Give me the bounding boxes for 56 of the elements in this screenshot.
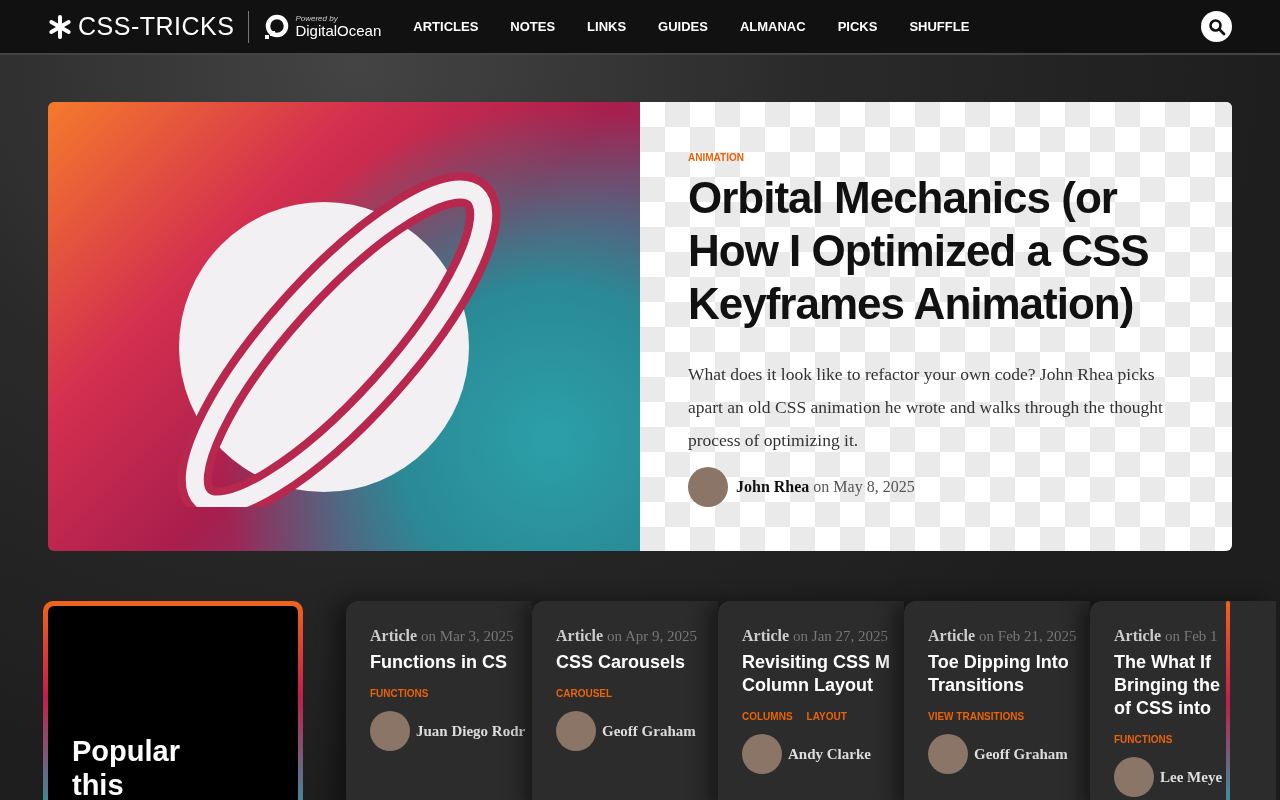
post-type: Article	[928, 627, 976, 644]
author-name[interactable]: Andy Clarke	[788, 745, 871, 763]
post-date: on Feb 21, 2025	[979, 628, 1077, 644]
avatar	[688, 467, 728, 507]
popular-heading: Popular this	[72, 734, 181, 800]
nav-link[interactable]: SHUFFLE	[909, 19, 970, 34]
post-type: Article	[1114, 627, 1162, 644]
author-name[interactable]: Lee Meye	[1160, 768, 1223, 786]
avatar	[742, 734, 782, 774]
site-logo[interactable]: CSS-TRICKS	[78, 12, 235, 41]
author-name[interactable]: Juan Diego Rodr	[416, 722, 526, 740]
avatar	[556, 711, 596, 751]
category-tag[interactable]: VIEW TRANSITIONS	[928, 711, 1025, 722]
article-title[interactable]: Orbital Mechanics (or How I Optimized a CSS Keyframes Animation)	[688, 171, 1184, 330]
post-date: on Apr 9, 2025	[607, 628, 698, 644]
post-type: Article	[556, 627, 604, 644]
card-title[interactable]: Functions in CS	[370, 651, 532, 674]
avatar	[1114, 757, 1154, 797]
post-date: on Feb 1	[1165, 628, 1218, 644]
article-excerpt: What does it look like to refactor your own code? John Rhea picks apart an old CSS animation he wrote and walks through the thought process of optimizing it.	[688, 363, 1164, 452]
search-icon	[1207, 17, 1226, 36]
post-type: Article	[370, 627, 418, 644]
nav-link[interactable]: NOTES	[510, 19, 556, 34]
sponsor-caption: Powered by	[295, 15, 339, 23]
sponsor-name[interactable]: DigitalOcean	[295, 23, 382, 38]
post-date: on May 8, 2025	[813, 478, 915, 496]
card-title[interactable]: Toe Dipping Into	[928, 651, 1090, 674]
card-title[interactable]: Bringing the	[1114, 674, 1276, 697]
nav-link[interactable]: PICKS	[837, 19, 878, 34]
nav-link[interactable]: GUIDES	[658, 19, 708, 34]
nav-link[interactable]: ALMANAC	[739, 19, 806, 34]
card-title[interactable]: The What If	[1114, 651, 1276, 674]
card-title[interactable]: Transitions	[928, 674, 1090, 697]
card-title[interactable]: Column Layout	[742, 674, 904, 697]
post-date: on Mar 3, 2025	[421, 628, 514, 644]
scrollbar[interactable]	[1226, 601, 1230, 800]
category-tag[interactable]: CAROUSEL	[556, 688, 613, 699]
category-tag[interactable]: FUNCTIONS	[1114, 734, 1173, 745]
avatar	[928, 734, 968, 774]
ring-logo-icon	[263, 13, 290, 40]
card-title[interactable]: CSS Carousels	[556, 651, 718, 674]
category-tag[interactable]: LAYOUT	[806, 711, 847, 722]
author-name[interactable]: John Rhea	[736, 478, 810, 496]
card-title[interactable]: of CSS into	[1114, 697, 1276, 720]
asterisk-logo-icon[interactable]	[48, 14, 72, 39]
search-button[interactable]	[1201, 11, 1232, 42]
category-tag[interactable]: FUNCTIONS	[370, 688, 429, 699]
post-date: on Jan 27, 2025	[793, 628, 889, 644]
author-name[interactable]: Geoff Graham	[974, 745, 1068, 763]
nav-link[interactable]: LINKS	[587, 19, 627, 34]
post-type: Article	[742, 627, 790, 644]
nav-link[interactable]: ARTICLES	[413, 19, 479, 34]
author-name[interactable]: Geoff Graham	[602, 722, 696, 740]
avatar	[370, 711, 410, 751]
card-title[interactable]: Revisiting CSS M	[742, 651, 904, 674]
category-tag[interactable]: COLUMNS	[742, 711, 793, 722]
